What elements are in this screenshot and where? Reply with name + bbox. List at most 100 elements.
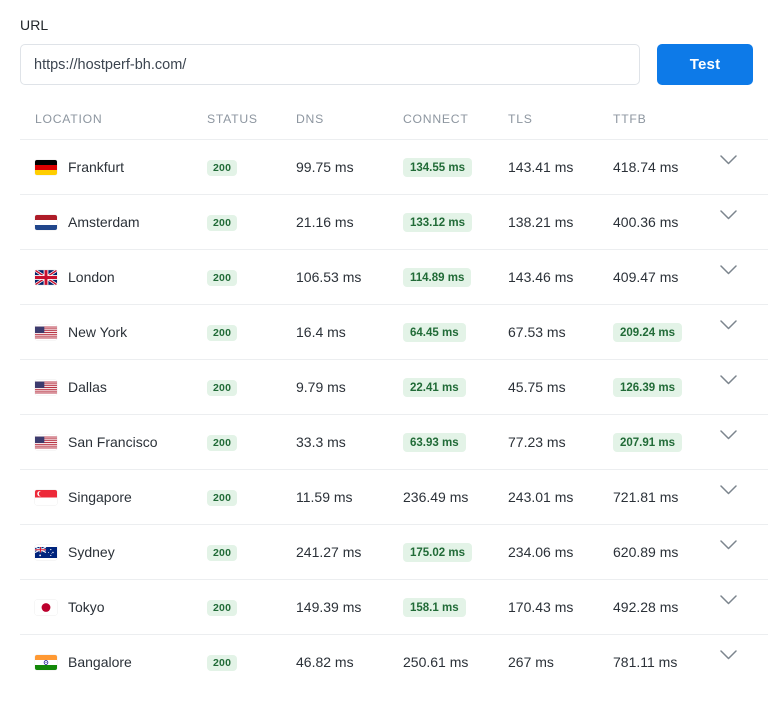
- metric-dns: 11.59 ms: [296, 489, 353, 505]
- metric-connect: 250.61 ms: [403, 654, 469, 670]
- location-name: London: [68, 269, 115, 285]
- metric-tls: 243.01 ms: [508, 489, 574, 505]
- cell-tls: 234.06 ms: [508, 524, 613, 580]
- column-header-expand: [716, 112, 768, 140]
- cell-dns: 241.27 ms: [296, 524, 403, 580]
- table-row[interactable]: Amsterdam 200 21.16 ms 133.12 ms 138.21 ms 40…: [20, 194, 768, 250]
- cell-ttfb: 207.91 ms: [613, 414, 716, 470]
- metric-ttfb: 126.39 ms: [613, 377, 682, 397]
- metric-dns: 241.27 ms: [296, 544, 362, 560]
- flag-gb-icon: [35, 269, 57, 285]
- metric-tls: 77.23 ms: [508, 434, 566, 450]
- cell-connect: 158.1 ms: [403, 579, 508, 635]
- metric-ttfb: 409.47 ms: [613, 269, 679, 285]
- status-badge: 200: [207, 490, 238, 506]
- cell-location: Dallas: [20, 359, 207, 415]
- url-input[interactable]: [20, 44, 640, 85]
- cell-status: 200: [207, 194, 296, 250]
- chevron-down-icon[interactable]: [720, 155, 744, 179]
- cell-connect: 63.93 ms: [403, 414, 508, 470]
- table-row[interactable]: Dallas 200 9.79 ms 22.41 ms 45.75 ms 126.39 m…: [20, 359, 768, 415]
- cell-expand[interactable]: [716, 139, 768, 195]
- chevron-down-icon[interactable]: [720, 430, 744, 454]
- status-badge: 200: [207, 545, 238, 561]
- cell-location: San Francisco: [20, 414, 207, 470]
- column-header-location: LOCATION: [35, 112, 103, 126]
- cell-tls: 170.43 ms: [508, 579, 613, 635]
- chevron-down-icon[interactable]: [720, 320, 744, 344]
- column-header-ttfb: TTFB: [613, 112, 647, 126]
- status-badge: 200: [207, 270, 238, 286]
- metric-dns: 149.39 ms: [296, 599, 362, 615]
- chevron-down-icon[interactable]: [720, 375, 744, 399]
- column-header-dns: DNS: [296, 112, 324, 126]
- table-row[interactable]: New York 200 16.4 ms 64.45 ms 67.53 ms 209.24…: [20, 304, 768, 360]
- cell-dns: 46.82 ms: [296, 634, 403, 689]
- cell-location: London: [20, 249, 207, 305]
- metric-connect: 158.1 ms: [403, 597, 466, 617]
- cell-connect: 175.02 ms: [403, 524, 508, 580]
- chevron-down-icon[interactable]: [720, 650, 744, 674]
- table-row[interactable]: London 200 106.53 ms 114.89 ms 143.46 ms 409.…: [20, 249, 768, 305]
- cell-expand[interactable]: [716, 249, 768, 305]
- cell-dns: 16.4 ms: [296, 304, 403, 360]
- cell-expand[interactable]: [716, 359, 768, 415]
- flag-us-icon: [35, 325, 57, 340]
- cell-expand[interactable]: [716, 469, 768, 525]
- cell-connect: 133.12 ms: [403, 194, 508, 250]
- cell-ttfb: 418.74 ms: [613, 139, 716, 195]
- table-row[interactable]: Tokyo 200 149.39 ms 158.1 ms 170.43 ms 492.28…: [20, 579, 768, 635]
- cell-dns: 11.59 ms: [296, 469, 403, 525]
- cell-connect: 22.41 ms: [403, 359, 508, 415]
- chevron-down-icon[interactable]: [720, 540, 744, 564]
- table-row[interactable]: Bangalore 200 46.82 ms 250.61 ms 267 ms 781.1…: [20, 634, 768, 689]
- results-table: LOCATION STATUS DNS CONNECT TLS TTFB Fra…: [20, 112, 768, 689]
- cell-location: Sydney: [20, 524, 207, 580]
- cell-ttfb: 620.89 ms: [613, 524, 716, 580]
- test-button[interactable]: Test: [657, 44, 753, 85]
- cell-location: Tokyo: [20, 579, 207, 635]
- cell-status: 200: [207, 634, 296, 689]
- cell-expand[interactable]: [716, 304, 768, 360]
- metric-tls: 45.75 ms: [508, 379, 566, 395]
- cell-dns: 149.39 ms: [296, 579, 403, 635]
- cell-location: Frankfurt: [20, 139, 207, 195]
- table-row[interactable]: Singapore 200 11.59 ms 236.49 ms 243.01 ms 72…: [20, 469, 768, 525]
- metric-tls: 143.46 ms: [508, 269, 574, 285]
- cell-expand[interactable]: [716, 634, 768, 689]
- cell-tls: 243.01 ms: [508, 469, 613, 525]
- chevron-down-icon[interactable]: [720, 485, 744, 509]
- cell-dns: 9.79 ms: [296, 359, 403, 415]
- table-row[interactable]: Sydney 200 241.27 ms 175.02 ms 234.06 ms 620.…: [20, 524, 768, 580]
- table-row[interactable]: Frankfurt 200 99.75 ms 134.55 ms 143.41 ms 41…: [20, 139, 768, 195]
- cell-tls: 143.41 ms: [508, 139, 613, 195]
- metric-dns: 106.53 ms: [296, 269, 362, 285]
- metric-dns: 9.79 ms: [296, 379, 346, 395]
- flag-jp-icon: [35, 599, 57, 615]
- status-badge: 200: [207, 160, 238, 176]
- cell-status: 200: [207, 469, 296, 525]
- latency-test-page: URL Test LOCATION STATUS DNS CONNECT TLS…: [0, 0, 773, 714]
- location-name: Frankfurt: [68, 159, 125, 175]
- cell-location: Singapore: [20, 469, 207, 525]
- cell-dns: 99.75 ms: [296, 139, 403, 195]
- url-label: URL: [20, 17, 49, 33]
- cell-expand[interactable]: [716, 414, 768, 470]
- status-badge: 200: [207, 600, 238, 616]
- table-row[interactable]: San Francisco 200 33.3 ms 63.93 ms 77.23 ms 2…: [20, 414, 768, 470]
- cell-expand[interactable]: [716, 579, 768, 635]
- cell-expand[interactable]: [716, 194, 768, 250]
- column-header-tls: TLS: [508, 112, 533, 126]
- chevron-down-icon[interactable]: [720, 595, 744, 619]
- cell-tls: 77.23 ms: [508, 414, 613, 470]
- location-name: San Francisco: [68, 434, 158, 450]
- status-badge: 200: [207, 435, 238, 451]
- chevron-down-icon[interactable]: [720, 265, 744, 289]
- cell-expand[interactable]: [716, 524, 768, 580]
- metric-ttfb: 492.28 ms: [613, 599, 679, 615]
- chevron-down-icon[interactable]: [720, 210, 744, 234]
- status-badge: 200: [207, 380, 238, 396]
- cell-status: 200: [207, 249, 296, 305]
- cell-tls: 45.75 ms: [508, 359, 613, 415]
- cell-ttfb: 400.36 ms: [613, 194, 716, 250]
